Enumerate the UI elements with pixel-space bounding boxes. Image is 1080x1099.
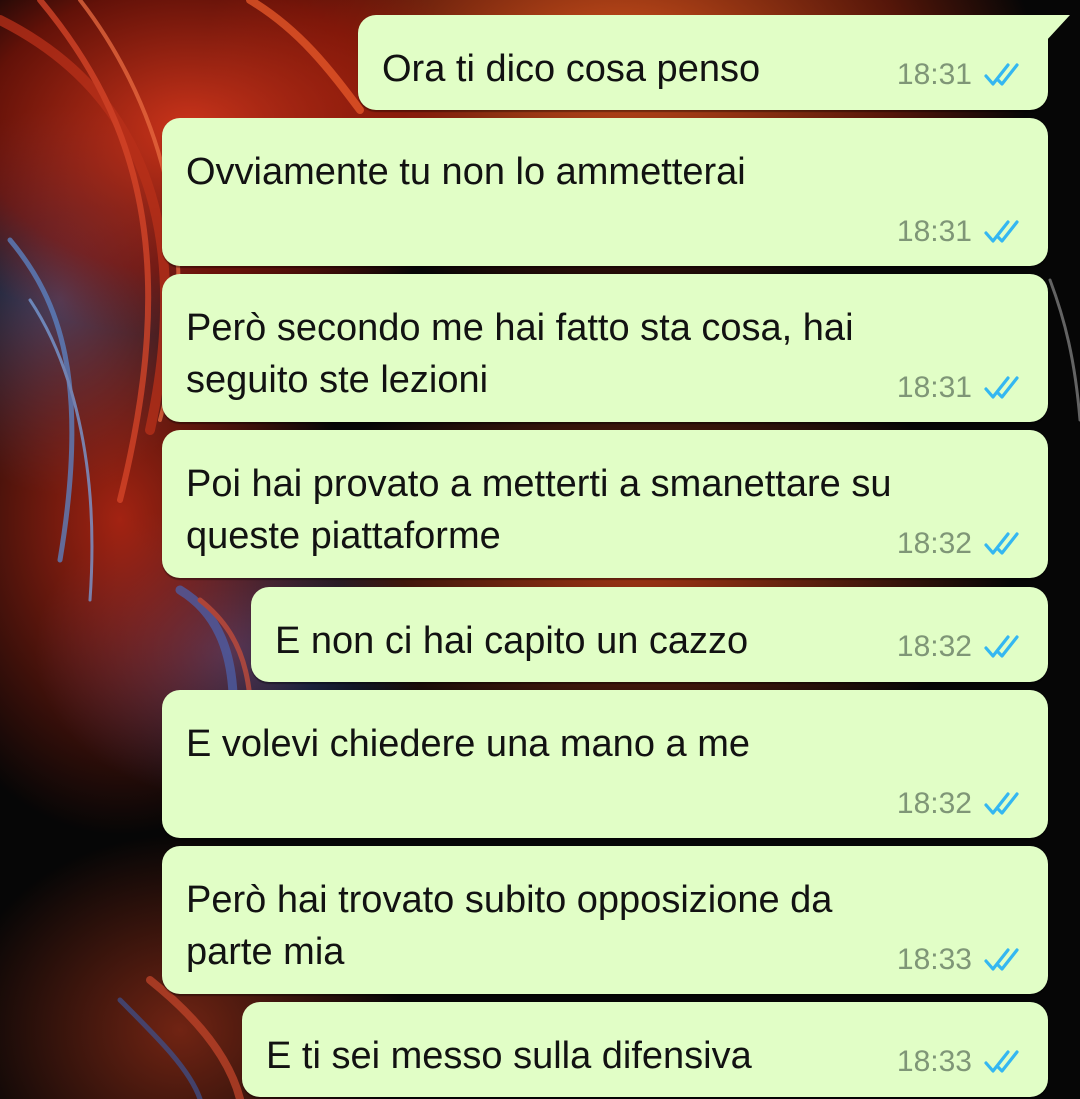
- message-bubble[interactable]: Ovviamente tu non lo ammetterai 18:31: [162, 118, 1048, 266]
- message-text: Però secondo me hai fatto sta cosa, hai …: [186, 307, 854, 401]
- message-meta: 18:31: [897, 216, 1022, 248]
- double-check-icon: [984, 63, 1019, 86]
- message-bubble[interactable]: E non ci hai capito un cazzo 18:32: [251, 587, 1048, 682]
- message-timestamp: 18:33: [896, 943, 972, 976]
- message-text: Ovviamente tu non lo ammetterai: [186, 151, 746, 193]
- message-meta: 18:32: [897, 528, 1022, 560]
- bubble-tail: [1046, 15, 1070, 41]
- message-bubble[interactable]: Poi hai provato a metterti a smanettare …: [162, 430, 1048, 578]
- double-check-icon: [984, 376, 1019, 399]
- message-timestamp: 18:31: [896, 371, 972, 404]
- message-meta: 18:31: [897, 372, 1022, 404]
- message-timestamp: 18:31: [896, 215, 972, 248]
- message-timestamp: 18:31: [896, 58, 972, 91]
- message-timestamp: 18:32: [896, 630, 972, 663]
- message-bubble[interactable]: E ti sei messo sulla difensiva 18:33: [242, 1002, 1048, 1097]
- message-timestamp: 18:32: [896, 787, 972, 820]
- message-text: E ti sei messo sulla difensiva: [266, 1035, 752, 1077]
- message-bubble[interactable]: E volevi chiedere una mano a me 18:32: [162, 690, 1048, 838]
- message-bubble[interactable]: Però hai trovato subito opposizione da p…: [162, 846, 1048, 994]
- double-check-icon: [984, 948, 1019, 971]
- message-meta: 18:31: [897, 59, 1022, 91]
- message-meta: 18:33: [897, 944, 1022, 976]
- message-text: Ora ti dico cosa penso: [382, 48, 761, 90]
- message-text: E volevi chiedere una mano a me: [186, 723, 750, 765]
- message-bubble[interactable]: Però secondo me hai fatto sta cosa, hai …: [162, 274, 1048, 422]
- double-check-icon: [984, 220, 1019, 243]
- message-text: Però hai trovato subito opposizione da p…: [186, 879, 833, 973]
- double-check-icon: [984, 1050, 1019, 1073]
- message-text: Poi hai provato a metterti a smanettare …: [186, 463, 892, 557]
- message-timestamp: 18:33: [896, 1045, 972, 1078]
- message-text: E non ci hai capito un cazzo: [275, 620, 749, 662]
- double-check-icon: [984, 532, 1019, 555]
- message-meta: 18:33: [897, 1046, 1022, 1078]
- message-meta: 18:32: [897, 631, 1022, 663]
- message-meta: 18:32: [897, 788, 1022, 820]
- double-check-icon: [984, 635, 1019, 658]
- double-check-icon: [984, 792, 1019, 815]
- message-timestamp: 18:32: [896, 527, 972, 560]
- message-bubble[interactable]: Ora ti dico cosa penso 18:31: [358, 15, 1070, 110]
